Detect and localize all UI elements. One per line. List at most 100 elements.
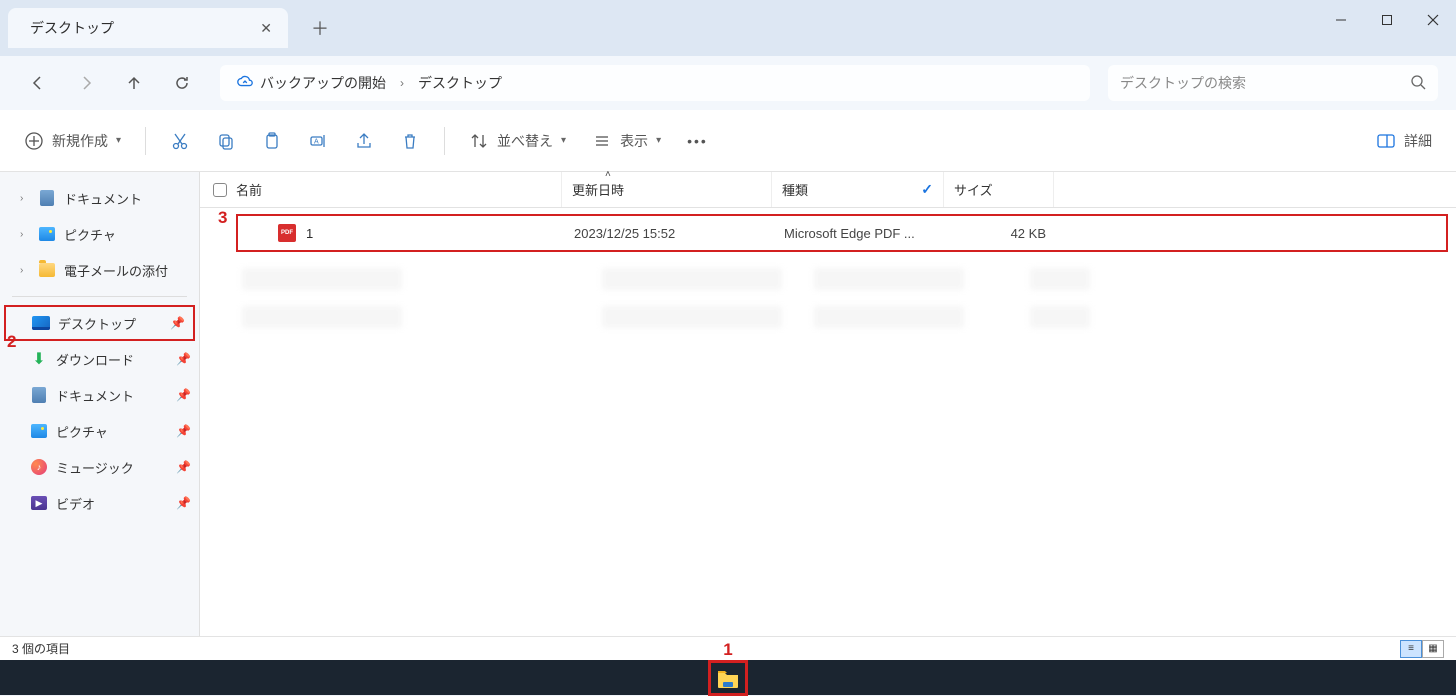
navigation-sidebar[interactable]: › ドキュメント › ピクチャ › 電子メールの添付 2 デスクトップ 📌 ⬇ … [0, 172, 200, 636]
sidebar-separator [12, 296, 187, 297]
sidebar-item-label: ビデオ [56, 494, 95, 513]
sort-button[interactable]: 並べ替え ▾ [459, 122, 576, 160]
column-header-name[interactable]: 名前 [200, 172, 562, 207]
window-close-button[interactable] [1410, 0, 1456, 40]
search-icon [1410, 74, 1426, 93]
new-button-label: 新規作成 [52, 131, 108, 151]
cloud-sync-icon [236, 73, 254, 94]
details-view-button[interactable]: ≡ [1400, 640, 1422, 658]
sidebar-item-label: ピクチャ [56, 422, 108, 441]
pin-icon[interactable]: 📌 [176, 496, 191, 510]
folder-icon [38, 261, 56, 279]
breadcrumb-backup[interactable]: バックアップの開始 [230, 69, 392, 98]
sort-button-label: 並べ替え [497, 131, 553, 151]
more-button[interactable]: ••• [677, 122, 718, 160]
picture-icon [38, 225, 56, 243]
blurred-content [1030, 268, 1090, 290]
sidebar-item-downloads[interactable]: ⬇ ダウンロード 📌 [0, 341, 199, 377]
view-button[interactable]: 表示 ▾ [582, 122, 671, 160]
sidebar-item-music[interactable]: ♪ ミュージック 📌 [0, 449, 199, 485]
annotation-2: 2 [7, 332, 16, 352]
sidebar-item-documents-pinned[interactable]: ドキュメント 📌 [0, 377, 199, 413]
svg-text:A: A [314, 138, 319, 145]
title-bar: デスクトップ ✕ ＋ [0, 0, 1456, 56]
blurred-content [814, 268, 964, 290]
column-header-type[interactable]: 種類✓ [772, 172, 944, 207]
breadcrumb-current[interactable]: デスクトップ [412, 69, 508, 97]
column-headers: 名前 ˄ 更新日時 種類✓ サイズ [200, 172, 1456, 208]
taskbar-explorer-icon[interactable] [712, 664, 744, 692]
sidebar-item-label: ドキュメント [56, 386, 134, 405]
file-row[interactable]: PDF 1 2023/12/25 15:52 Microsoft Edge PD… [236, 214, 1448, 252]
toolbar-separator [145, 127, 146, 155]
share-button[interactable] [344, 122, 384, 160]
window-tab[interactable]: デスクトップ ✕ [8, 8, 288, 48]
sidebar-item-label: 電子メールの添付 [64, 261, 168, 280]
toolbar-separator [444, 127, 445, 155]
sidebar-item-documents[interactable]: › ドキュメント [0, 180, 199, 216]
blurred-content [602, 306, 782, 328]
chevron-down-icon: ▾ [656, 135, 661, 146]
select-all-checkbox[interactable] [213, 183, 227, 197]
rename-button[interactable]: A [298, 122, 338, 160]
pin-icon[interactable]: 📌 [176, 388, 191, 402]
delete-button[interactable] [390, 122, 430, 160]
pin-icon[interactable]: 📌 [170, 316, 185, 330]
sidebar-item-label: デスクトップ [58, 314, 136, 333]
icons-view-button[interactable]: ▦ [1422, 640, 1444, 658]
view-button-label: 表示 [620, 131, 648, 151]
new-button[interactable]: 新規作成 ▾ [14, 122, 131, 160]
column-header-size[interactable]: サイズ [944, 172, 1054, 207]
document-icon [30, 386, 48, 404]
sidebar-item-label: ダウンロード [56, 350, 134, 369]
item-count: 3 個の項目 [12, 640, 70, 657]
nav-refresh-button[interactable] [162, 63, 202, 103]
nav-up-button[interactable] [114, 63, 154, 103]
details-pane-button[interactable]: 詳細 [1366, 122, 1442, 160]
search-input[interactable] [1120, 75, 1410, 91]
sidebar-item-label: ミュージック [56, 458, 134, 477]
breadcrumb-backup-label: バックアップの開始 [260, 73, 386, 93]
sidebar-item-email-attachments[interactable]: › 電子メールの添付 [0, 252, 199, 288]
blurred-content [814, 306, 964, 328]
blurred-content [242, 268, 402, 290]
chevron-down-icon: ▾ [561, 135, 566, 146]
chevron-down-icon: ▾ [116, 135, 121, 146]
pin-icon[interactable]: 📌 [176, 352, 191, 366]
sort-ascending-icon: ˄ [605, 169, 611, 180]
breadcrumb[interactable]: バックアップの開始 › デスクトップ [220, 65, 1090, 101]
column-header-date[interactable]: 更新日時 [562, 172, 772, 207]
chevron-right-icon: › [20, 229, 30, 240]
window-maximize-button[interactable] [1364, 0, 1410, 40]
document-icon [38, 189, 56, 207]
copy-button[interactable] [206, 122, 246, 160]
pin-icon[interactable]: 📌 [176, 424, 191, 438]
pin-icon[interactable]: 📌 [176, 460, 191, 474]
cut-button[interactable] [160, 122, 200, 160]
file-list-area: 名前 ˄ 更新日時 種類✓ サイズ 3 PDF 1 2023/12/25 15:… [200, 172, 1456, 636]
file-size: 42 KB [946, 226, 1056, 241]
sidebar-item-label: ドキュメント [64, 189, 142, 208]
sidebar-item-pictures-pinned[interactable]: ピクチャ 📌 [0, 413, 199, 449]
sidebar-item-pictures[interactable]: › ピクチャ [0, 216, 199, 252]
tab-close-button[interactable]: ✕ [256, 16, 276, 41]
picture-icon [30, 422, 48, 440]
new-tab-button[interactable]: ＋ [300, 8, 340, 48]
nav-back-button[interactable] [18, 63, 58, 103]
check-icon: ✓ [921, 181, 933, 198]
blurred-content [1030, 306, 1090, 328]
taskbar[interactable]: 1 [0, 660, 1456, 695]
search-box[interactable] [1108, 65, 1438, 101]
sidebar-item-videos[interactable]: ▶ ビデオ 📌 [0, 485, 199, 521]
address-bar: バックアップの開始 › デスクトップ [0, 56, 1456, 110]
chevron-right-icon: › [20, 265, 30, 276]
paste-button[interactable] [252, 122, 292, 160]
details-pane-label: 詳細 [1404, 131, 1432, 151]
nav-forward-button[interactable] [66, 63, 106, 103]
video-icon: ▶ [30, 494, 48, 512]
sidebar-item-desktop[interactable]: デスクトップ 📌 [4, 305, 195, 341]
window-minimize-button[interactable] [1318, 0, 1364, 40]
file-type: Microsoft Edge PDF ... [774, 226, 946, 241]
view-mode-toggle: ≡ ▦ [1400, 640, 1444, 658]
desktop-icon [32, 314, 50, 332]
